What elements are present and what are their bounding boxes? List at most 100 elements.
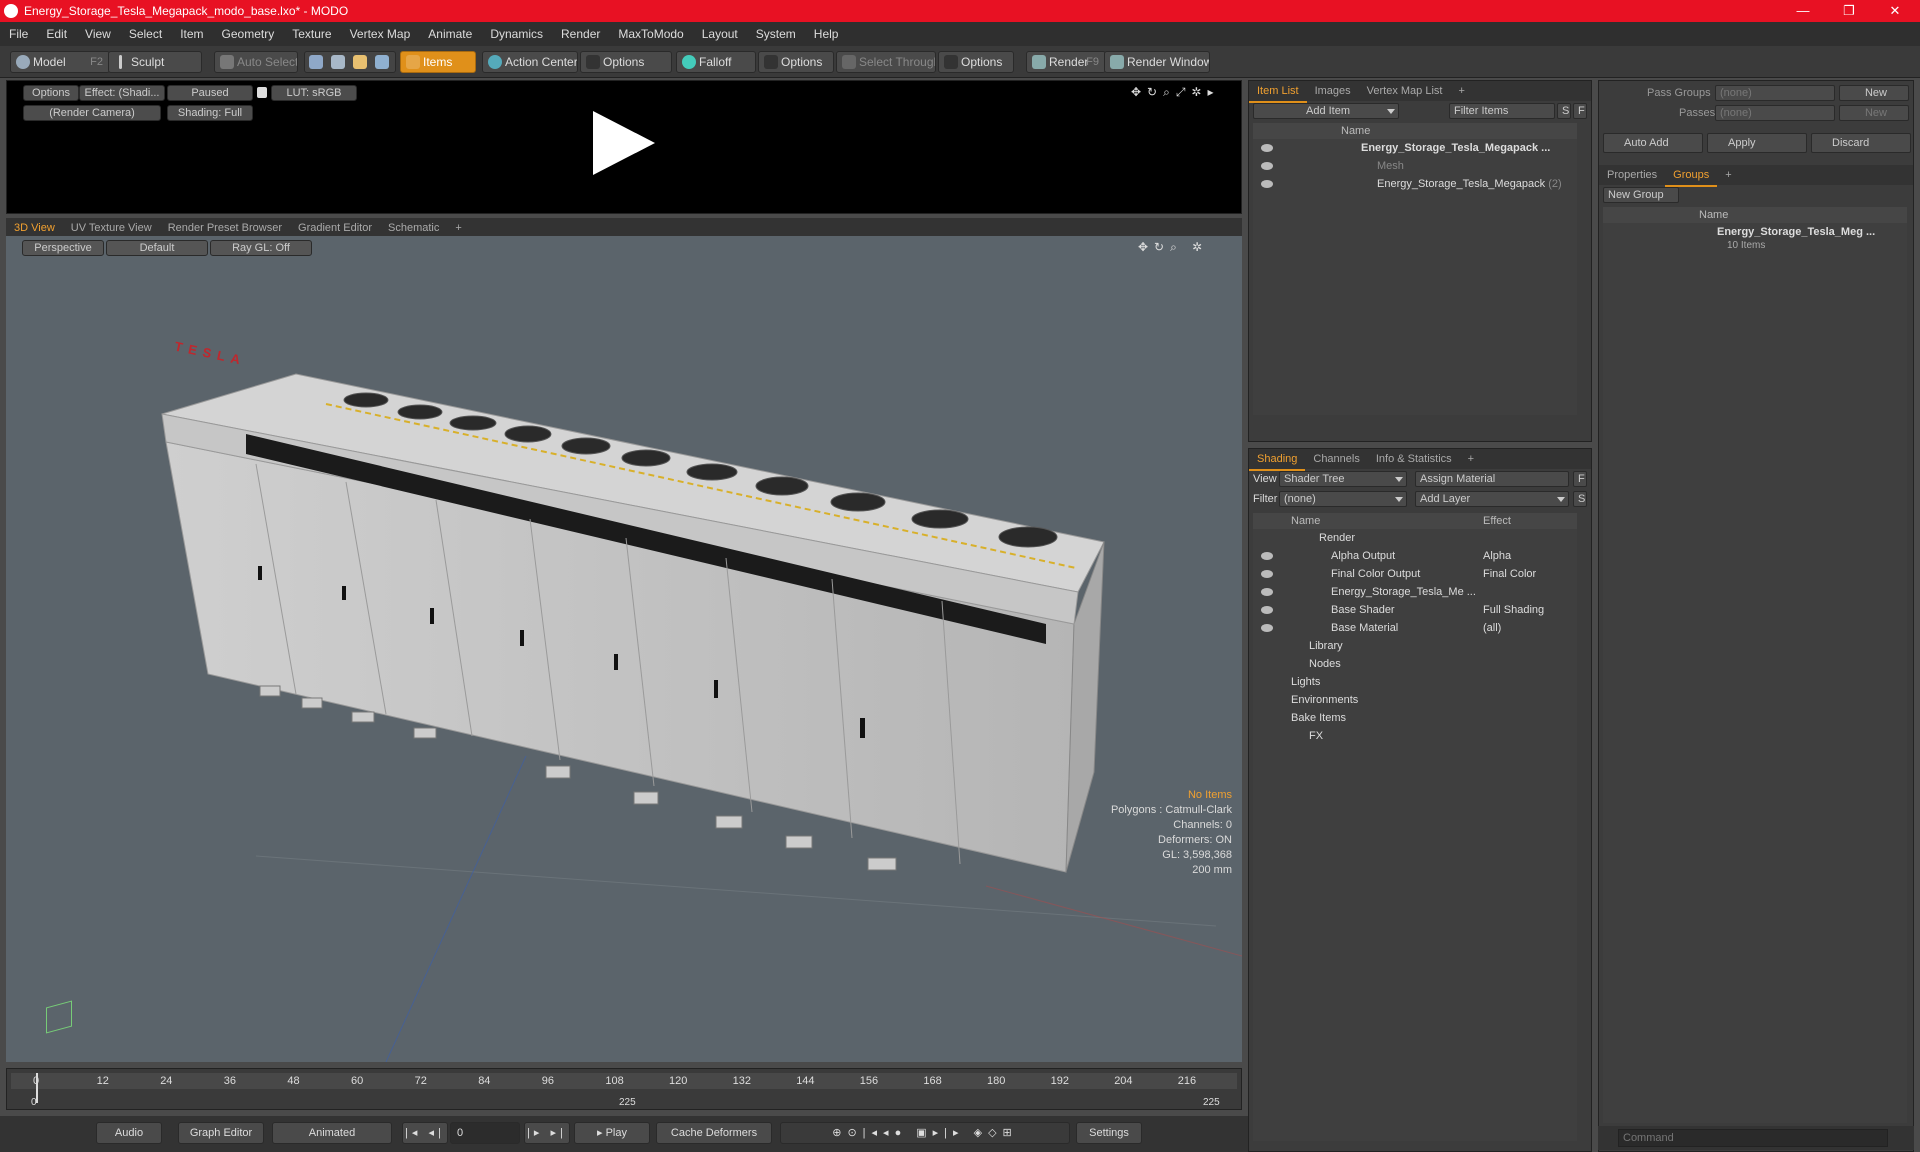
auto-select-button[interactable]: Auto Select bbox=[214, 51, 298, 73]
frame-input[interactable]: 0 bbox=[450, 1122, 520, 1144]
pass-groups-dropdown[interactable]: (none) bbox=[1715, 85, 1835, 101]
shader-row[interactable]: Final Color Output Final Color bbox=[1253, 565, 1577, 583]
eye-icon[interactable] bbox=[1261, 570, 1273, 578]
model-mode-button[interactable]: Model F2 bbox=[10, 51, 110, 73]
audio-button[interactable]: Audio bbox=[96, 1122, 162, 1144]
shader-row-render[interactable]: Render bbox=[1253, 529, 1577, 547]
menu-select[interactable]: Select bbox=[120, 22, 171, 46]
3d-viewport[interactable]: Perspective Default Ray GL: Off ✥↻⌕ ✲ TE… bbox=[6, 236, 1242, 1062]
select-options-button[interactable]: Options bbox=[938, 51, 1014, 73]
eye-icon[interactable] bbox=[1261, 606, 1273, 614]
play-icon[interactable] bbox=[593, 111, 655, 175]
filter-s-button[interactable]: S bbox=[1557, 103, 1571, 119]
close-button[interactable]: ✕ bbox=[1872, 0, 1918, 22]
add-panel-tab[interactable]: + bbox=[1460, 449, 1482, 469]
menu-view[interactable]: View bbox=[76, 22, 120, 46]
graph-editor-button[interactable]: Graph Editor bbox=[178, 1122, 264, 1144]
action-center-button[interactable]: Action Center bbox=[482, 51, 578, 73]
filter-dropdown[interactable]: (none) bbox=[1279, 491, 1407, 507]
menu-vertex-map[interactable]: Vertex Map bbox=[341, 22, 420, 46]
add-panel-tab[interactable]: + bbox=[1450, 81, 1472, 101]
tab-properties[interactable]: Properties bbox=[1599, 165, 1665, 185]
play-button[interactable]: ▸ Play bbox=[574, 1122, 650, 1144]
effect-dropdown[interactable]: Effect: (Shadi... bbox=[79, 85, 165, 101]
menu-layout[interactable]: Layout bbox=[693, 22, 747, 46]
filter-f-button[interactable]: F bbox=[1573, 103, 1587, 119]
tab-render-preset-browser[interactable]: Render Preset Browser bbox=[160, 218, 290, 238]
tab-info-statistics[interactable]: Info & Statistics bbox=[1368, 449, 1460, 469]
settings-button[interactable]: Settings bbox=[1076, 1122, 1142, 1144]
eye-icon[interactable] bbox=[1261, 180, 1273, 188]
tab-item-list[interactable]: Item List bbox=[1249, 81, 1307, 103]
menu-render[interactable]: Render bbox=[552, 22, 609, 46]
polygons-icon[interactable] bbox=[353, 55, 367, 69]
tab-groups[interactable]: Groups bbox=[1665, 165, 1718, 187]
vertices-icon[interactable] bbox=[309, 55, 323, 69]
lock-icon[interactable] bbox=[257, 87, 267, 98]
maximize-button[interactable]: ❐ bbox=[1826, 0, 1872, 22]
tab-images[interactable]: Images bbox=[1307, 81, 1359, 101]
shader-row[interactable]: Bake Items bbox=[1253, 709, 1577, 727]
shader-row[interactable]: Environments bbox=[1253, 691, 1577, 709]
new-pass-button[interactable]: New bbox=[1839, 105, 1909, 121]
menu-maxtomodo[interactable]: MaxToModo bbox=[609, 22, 692, 46]
render-button[interactable]: Render F9 bbox=[1026, 51, 1106, 73]
menu-edit[interactable]: Edit bbox=[37, 22, 76, 46]
eye-icon[interactable] bbox=[1261, 552, 1273, 560]
transport-back-icons[interactable]: |◂ ◂| bbox=[402, 1122, 448, 1144]
tab-vertex-map-list[interactable]: Vertex Map List bbox=[1359, 81, 1451, 101]
paused-toggle[interactable]: Paused bbox=[167, 85, 253, 101]
megapack-model[interactable] bbox=[6, 236, 1242, 1062]
materials-icon[interactable] bbox=[375, 55, 389, 69]
render-camera-dropdown[interactable]: (Render Camera) bbox=[23, 105, 161, 121]
cache-deformers-button[interactable]: Cache Deformers bbox=[656, 1122, 772, 1144]
tab-uv-texture-view[interactable]: UV Texture View bbox=[63, 218, 160, 238]
eye-icon[interactable] bbox=[1261, 624, 1273, 632]
shader-row[interactable]: Nodes bbox=[1253, 655, 1577, 673]
lut-dropdown[interactable]: LUT: sRGB bbox=[271, 85, 357, 101]
shader-row[interactable]: Base Material (all) bbox=[1253, 619, 1577, 637]
shading-f-button[interactable]: F bbox=[1573, 471, 1587, 487]
view-dropdown[interactable]: Shader Tree bbox=[1279, 471, 1407, 487]
animated-dropdown[interactable]: Animated bbox=[272, 1122, 392, 1144]
passes-dropdown[interactable]: (none) bbox=[1715, 105, 1835, 121]
list-item[interactable]: Mesh bbox=[1253, 157, 1577, 175]
shader-row[interactable]: FX bbox=[1253, 727, 1577, 745]
tab-shading[interactable]: Shading bbox=[1249, 449, 1306, 471]
shader-row[interactable]: Alpha Output Alpha bbox=[1253, 547, 1577, 565]
tab-gradient-editor[interactable]: Gradient Editor bbox=[290, 218, 380, 238]
add-layer-dropdown[interactable]: Add Layer bbox=[1415, 491, 1569, 507]
discard-button[interactable]: Discard bbox=[1811, 133, 1911, 153]
falloff-button[interactable]: Falloff bbox=[676, 51, 756, 73]
apply-button[interactable]: Apply bbox=[1707, 133, 1807, 153]
auto-add-button[interactable]: Auto Add bbox=[1603, 133, 1703, 153]
assign-material-dropdown[interactable]: Assign Material bbox=[1415, 471, 1569, 487]
add-panel-tab[interactable]: + bbox=[1717, 165, 1739, 185]
shader-row[interactable]: Energy_Storage_Tesla_Me ... bbox=[1253, 583, 1577, 601]
shading-s-button[interactable]: S bbox=[1573, 491, 1587, 507]
add-tab-button[interactable]: + bbox=[447, 218, 469, 238]
tab-channels[interactable]: Channels bbox=[1305, 449, 1367, 469]
shader-row[interactable]: Library bbox=[1253, 637, 1577, 655]
menu-file[interactable]: File bbox=[0, 22, 37, 46]
menu-system[interactable]: System bbox=[747, 22, 805, 46]
shader-row[interactable]: Base Shader Full Shading bbox=[1253, 601, 1577, 619]
menu-geometry[interactable]: Geometry bbox=[213, 22, 284, 46]
tab-schematic[interactable]: Schematic bbox=[380, 218, 447, 238]
items-mode-button[interactable]: Items bbox=[400, 51, 476, 73]
eye-icon[interactable] bbox=[1261, 144, 1273, 152]
menu-dynamics[interactable]: Dynamics bbox=[481, 22, 552, 46]
sculpt-mode-button[interactable]: Sculpt bbox=[108, 51, 202, 73]
eye-icon[interactable] bbox=[1261, 588, 1273, 596]
new-group-button[interactable]: New Group bbox=[1603, 187, 1679, 203]
preview-nav-icons[interactable]: ✥↻⌕⤢✲▸ bbox=[1131, 85, 1220, 100]
menu-item[interactable]: Item bbox=[171, 22, 212, 46]
action-center-options-button[interactable]: Options bbox=[580, 51, 672, 73]
shading-dropdown[interactable]: Shading: Full bbox=[167, 105, 253, 121]
edges-icon[interactable] bbox=[331, 55, 345, 69]
transport-fwd-icons[interactable]: |▸ ▸| bbox=[524, 1122, 570, 1144]
menu-help[interactable]: Help bbox=[805, 22, 848, 46]
eye-icon[interactable] bbox=[1261, 162, 1273, 170]
command-input[interactable] bbox=[1618, 1129, 1888, 1147]
filter-items-field[interactable]: Filter Items bbox=[1449, 103, 1555, 119]
